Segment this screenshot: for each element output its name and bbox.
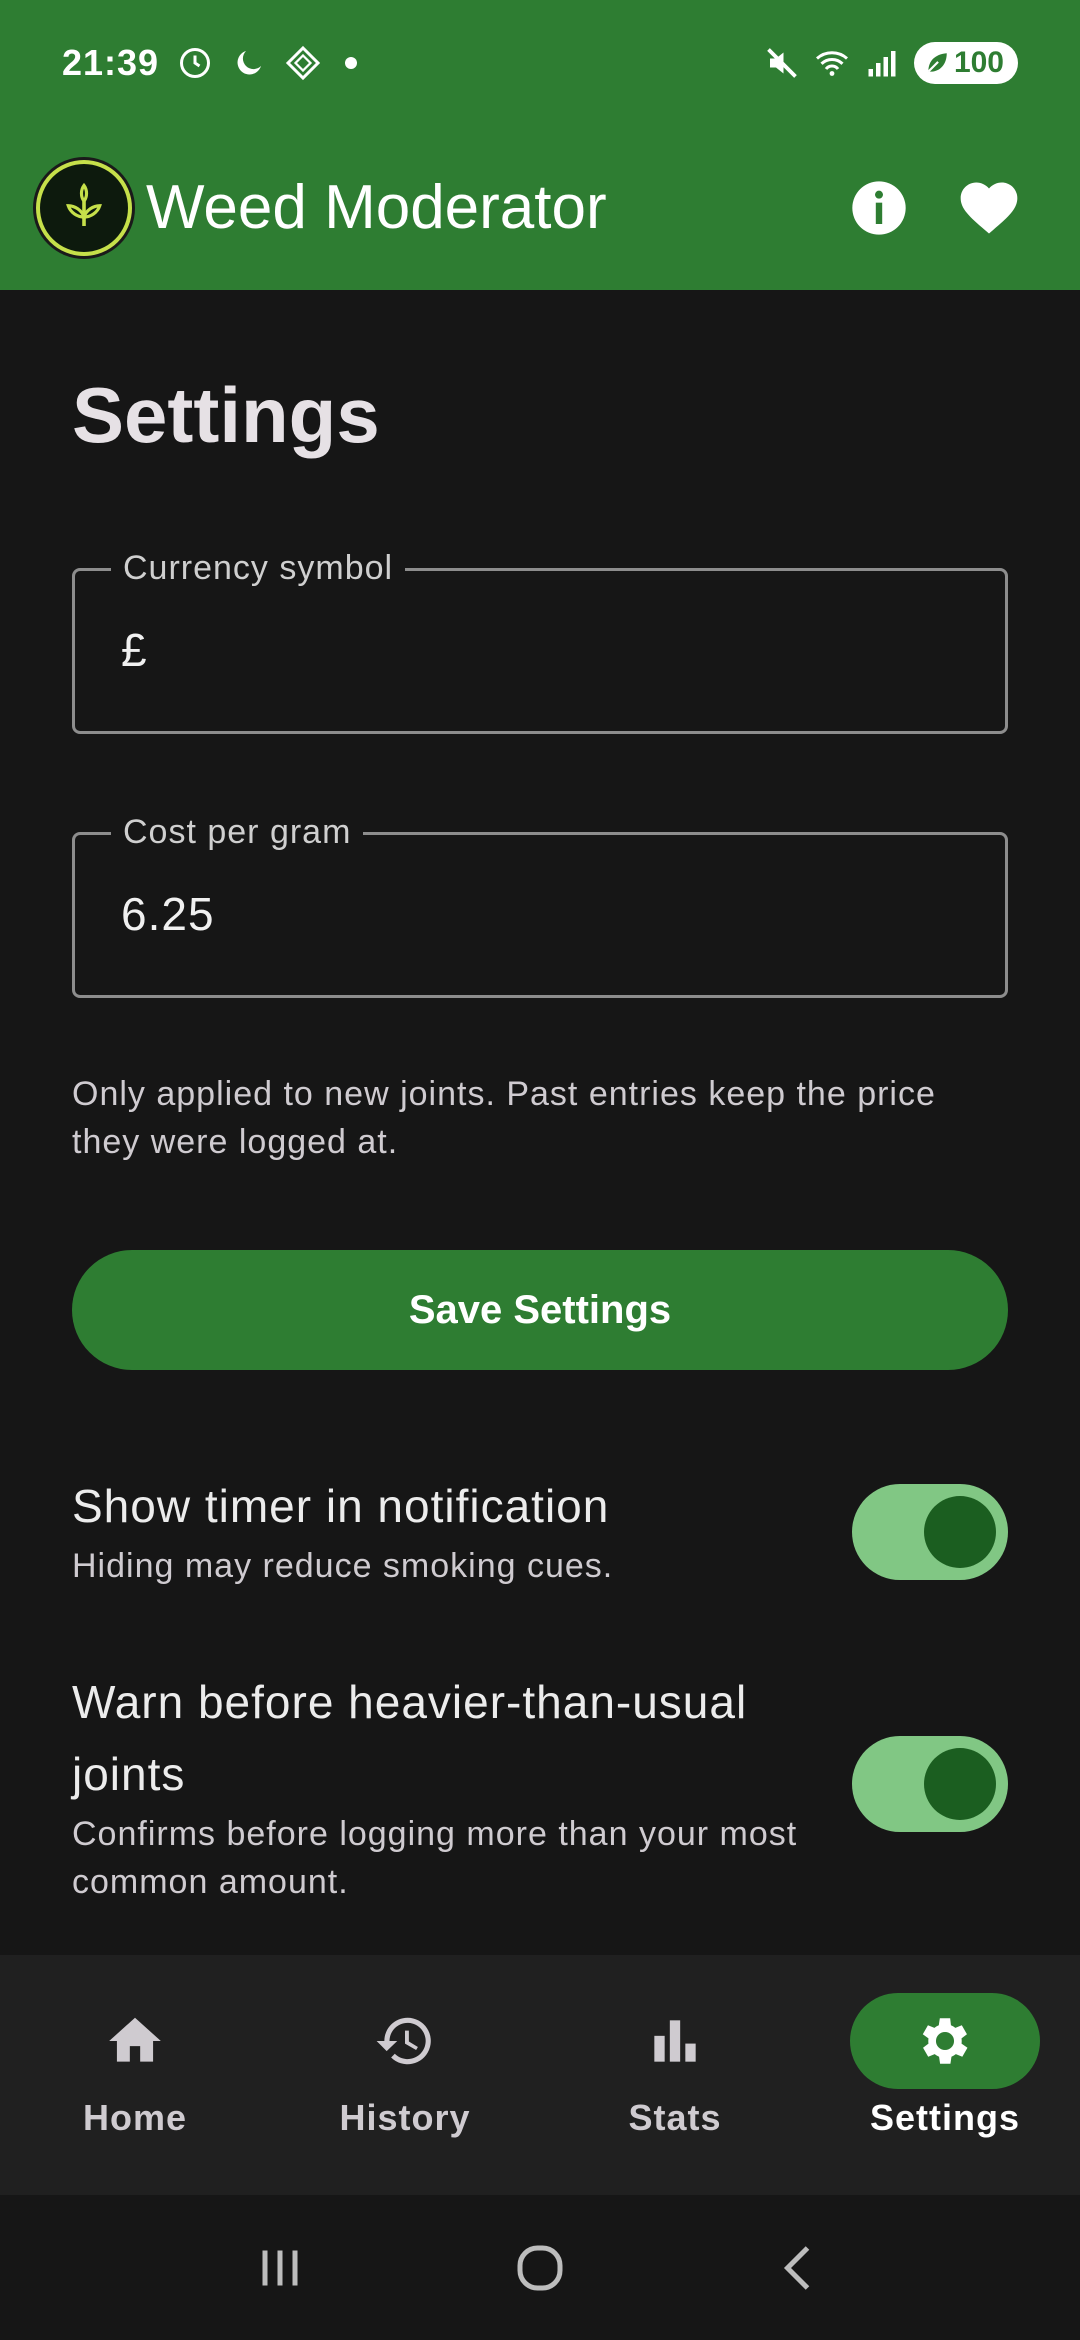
battery-level: 100 — [953, 45, 1004, 79]
nav-item-stats[interactable]: Stats — [540, 1955, 810, 2195]
currency-symbol-input[interactable] — [121, 623, 941, 677]
gear-icon — [922, 2018, 968, 2064]
setting-warn-heavier: Warn before heavier-than-usual joints Co… — [72, 1666, 1008, 1901]
back-chevron-icon — [783, 2245, 810, 2290]
back-button[interactable] — [750, 2218, 850, 2318]
cost-per-gram-input[interactable] — [121, 887, 941, 941]
nav-pill — [310, 1993, 500, 2089]
app-bar: Weed Moderator — [0, 125, 1080, 290]
toggle-knob — [924, 1496, 996, 1568]
nav-label: History — [339, 2097, 471, 2138]
moon-icon — [237, 50, 262, 74]
alarm-icon — [180, 47, 211, 78]
nav-label: Home — [82, 2097, 188, 2138]
setting-title: Warn before heavier-than-usual joints — [72, 1676, 748, 1800]
nav-label: Settings — [869, 2097, 1020, 2138]
page-title: Settings — [72, 371, 380, 459]
nav-item-home[interactable]: Home — [0, 1955, 270, 2195]
mute-icon — [767, 47, 797, 78]
setting-subtitle: Confirms before logging more than your m… — [72, 1815, 798, 1901]
home-system-button[interactable] — [490, 2218, 590, 2318]
show-timer-toggle[interactable] — [852, 1484, 1008, 1580]
favorite-button[interactable] — [934, 153, 1044, 263]
leaf-logo-icon — [66, 182, 102, 226]
bar-chart-icon — [654, 2020, 696, 2062]
heart-icon — [960, 182, 1018, 233]
currency-symbol-field[interactable]: Currency symbol — [72, 549, 1008, 734]
bottom-nav: Home History Stats Settings — [0, 1955, 1080, 2195]
recents-icon — [262, 2250, 298, 2285]
setting-title: Show timer in notification — [72, 1480, 610, 1532]
recents-button[interactable] — [230, 2218, 330, 2318]
cost-per-gram-field[interactable]: Cost per gram — [72, 813, 1008, 998]
nav-pill — [40, 1993, 230, 2089]
app-title: Weed Moderator — [146, 173, 607, 242]
info-icon — [852, 180, 906, 235]
clock: 21:39 — [62, 41, 160, 83]
setting-subtitle: Hiding may reduce smoking cues. — [72, 1547, 614, 1585]
battery-icon: 100 — [913, 41, 1018, 84]
home-icon — [109, 2017, 161, 2062]
notification-dot — [345, 56, 358, 69]
app-logo — [36, 159, 132, 256]
nav-label: Stats — [628, 2097, 722, 2138]
toggle-knob — [924, 1748, 996, 1820]
wifi-icon — [815, 50, 848, 76]
nav-pill-active — [850, 1993, 1040, 2089]
save-settings-button[interactable]: Save Settings — [72, 1250, 1008, 1370]
leaf-icon — [927, 52, 947, 72]
nav-item-history[interactable]: History — [270, 1955, 540, 2195]
price-helper-text: Only applied to new joints. Past entries… — [72, 1075, 936, 1161]
home-circle-icon — [517, 2245, 563, 2290]
warn-heavier-toggle[interactable] — [852, 1736, 1008, 1832]
history-icon — [376, 2017, 431, 2065]
system-nav-bar — [0, 2195, 1080, 2340]
cost-per-gram-label: Cost per gram — [111, 813, 364, 852]
app-icon — [285, 45, 321, 80]
nav-pill — [580, 1993, 770, 2089]
signal-icon — [868, 50, 896, 76]
info-button[interactable] — [824, 153, 934, 263]
nav-item-settings[interactable]: Settings — [810, 1955, 1080, 2195]
status-bar: 21:39 100 — [0, 0, 1080, 125]
setting-show-timer: Show timer in notification Hiding may re… — [72, 1470, 1008, 1590]
currency-symbol-label: Currency symbol — [111, 549, 406, 588]
